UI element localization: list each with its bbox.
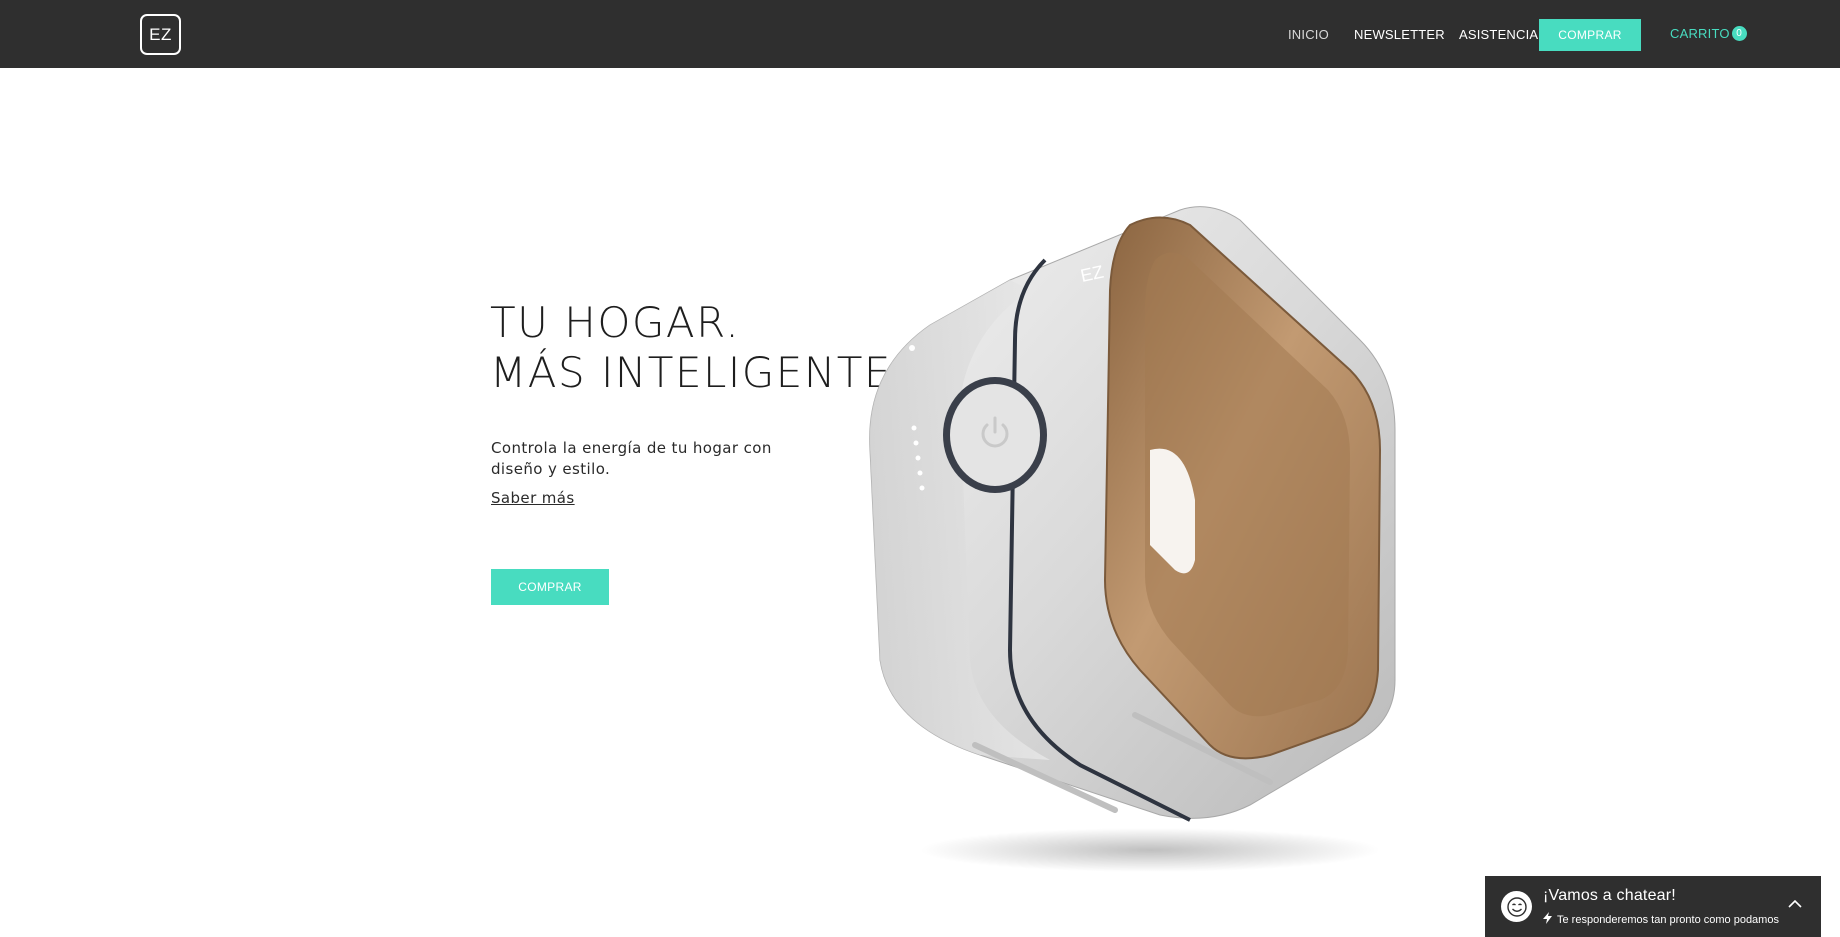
smiley-face-icon — [1501, 891, 1532, 922]
hero-subtitle: Controla la energía de tu hogar con dise… — [491, 439, 772, 478]
chat-title: ¡Vamos a chatear! — [1543, 887, 1676, 904]
chat-response-note: Te responderemos tan pronto como podamos — [1543, 912, 1779, 927]
nav-buy-button[interactable]: COMPRAR — [1539, 19, 1641, 51]
hero-title-line-2: MÁS INTELIGENTE. — [490, 348, 907, 397]
learn-more-link[interactable]: Saber más — [491, 489, 575, 507]
chevron-up-icon[interactable] — [1785, 894, 1805, 914]
chat-note-text: Te responderemos tan pronto como podamos — [1557, 913, 1779, 926]
smart-device-product-image: EZ — [869, 206, 1396, 872]
chat-widget[interactable]: ¡Vamos a chatear! Te responderemos tan p… — [1485, 876, 1821, 937]
top-navigation-bar: EZ INICIO NEWSLETTER ASISTENCIA COMPRAR … — [0, 0, 1840, 68]
nav-link-support[interactable]: ASISTENCIA — [1459, 27, 1538, 42]
nav-link-home[interactable]: INICIO — [1288, 27, 1329, 42]
hero-title: TU HOGAR. MÁS INTELIGENTE. — [490, 298, 907, 398]
cart-label: CARRITO — [1670, 26, 1730, 41]
lightning-bolt-icon — [1543, 912, 1552, 927]
hero-title-line-1: TU HOGAR. — [490, 298, 741, 347]
logo-text: EZ — [149, 24, 172, 44]
nav-link-newsletter[interactable]: NEWSLETTER — [1354, 27, 1445, 42]
site-logo[interactable]: EZ — [140, 14, 181, 55]
hero-buy-button[interactable]: COMPRAR — [491, 569, 609, 605]
cart-link[interactable]: CARRITO 0 — [1670, 26, 1747, 41]
cart-count-badge: 0 — [1731, 26, 1747, 41]
